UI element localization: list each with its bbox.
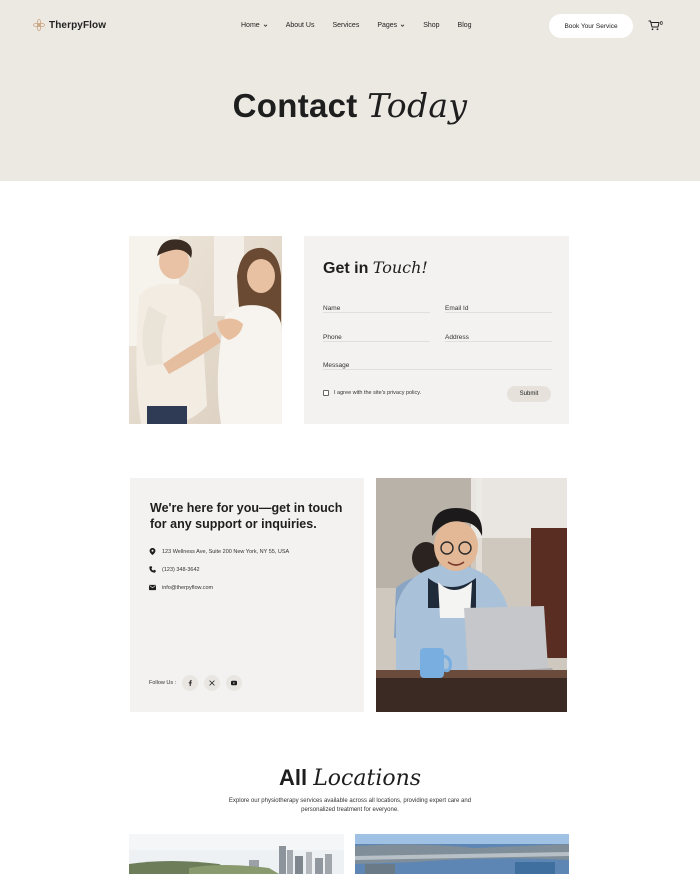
message-field[interactable]	[323, 358, 552, 373]
cart-button[interactable]: 0	[648, 20, 663, 31]
phone-text: (123) 348-3642	[162, 566, 200, 573]
page-title-script: Today	[367, 86, 468, 125]
therapy-session-illustration	[129, 236, 282, 424]
nav-services-label: Services	[332, 22, 360, 29]
address-field[interactable]	[445, 330, 552, 345]
phone-field-wrapper	[323, 326, 430, 345]
chevron-down-icon	[263, 24, 267, 27]
message-field-wrapper	[323, 354, 552, 373]
privacy-agree-label: I agree with the site's privacy policy.	[334, 390, 422, 396]
phone-icon	[149, 566, 156, 573]
locations-title: All Locations	[0, 765, 700, 791]
cart-count: 0	[660, 21, 663, 27]
chevron-down-icon	[400, 24, 405, 27]
nav-home-label: Home	[241, 22, 260, 29]
x-icon	[209, 680, 215, 686]
phone-field[interactable]	[323, 330, 430, 345]
youtube-link[interactable]	[226, 675, 243, 691]
city-skyline-illustration	[129, 834, 344, 874]
locations-title-script: Locations	[313, 766, 422, 791]
email-field[interactable]	[445, 301, 552, 316]
nav-services[interactable]: Services	[332, 22, 359, 29]
name-field[interactable]	[323, 301, 430, 316]
brand-logo[interactable]: TherpyFlow	[33, 19, 106, 31]
hero-banner: TherpyFlow Home About Us Services Pages …	[0, 0, 700, 181]
therapy-session-photo	[129, 236, 282, 424]
laptop-user-illustration	[376, 478, 567, 712]
facebook-link[interactable]	[182, 675, 199, 691]
location-pin-icon	[149, 548, 156, 555]
mail-icon	[149, 584, 156, 591]
address-row: 123 Wellness Ave, Suite 200 New York, NY…	[149, 548, 289, 555]
x-link[interactable]	[204, 675, 221, 691]
phone-row: (123) 348-3642	[149, 566, 200, 573]
follow-us-label: Follow Us :	[149, 680, 177, 686]
locations-description: Explore our physiotherapy services avail…	[228, 798, 472, 813]
main-nav: Home About Us Services Pages Shop Blog	[241, 22, 472, 29]
email-row: info@therpyflow.com	[149, 584, 213, 591]
nav-pages-label: Pages	[377, 22, 398, 29]
youtube-icon	[231, 680, 238, 686]
nav-shop-label: Shop	[423, 22, 440, 29]
nav-about-us-label: About Us	[285, 22, 315, 29]
lotus-logo-icon	[33, 19, 45, 31]
nav-shop[interactable]: Shop	[423, 22, 439, 29]
nav-about-us[interactable]: About Us	[286, 22, 315, 29]
page-title-plain: Contact	[232, 87, 358, 124]
laptop-user-photo	[376, 478, 567, 712]
address-field-wrapper	[445, 326, 552, 345]
address-text: 123 Wellness Ave, Suite 200 New York, NY…	[162, 548, 290, 555]
location-photo-city	[129, 834, 344, 874]
page-title: Contact Today	[0, 86, 700, 125]
book-service-button[interactable]: Book Your Service	[549, 14, 633, 38]
contact-form-card: Get in Touch! I agree with the site's pr…	[304, 236, 569, 424]
email-field-wrapper	[445, 297, 552, 316]
email-text: info@therpyflow.com	[162, 584, 214, 591]
submit-button[interactable]: Submit	[507, 386, 551, 402]
nav-home[interactable]: Home	[241, 22, 268, 29]
harbor-city-illustration	[355, 834, 569, 874]
form-title: Get in Touch!	[323, 258, 428, 278]
nav-blog[interactable]: Blog	[458, 22, 472, 29]
form-title-plain: Get in	[323, 260, 369, 277]
brand-name: TherpyFlow	[49, 19, 107, 31]
follow-us: Follow Us :	[149, 675, 243, 691]
nav-pages[interactable]: Pages	[377, 22, 405, 29]
contact-info-card: We're here for you—get in touch for any …	[130, 478, 364, 712]
name-field-wrapper	[323, 297, 430, 316]
form-title-script: Touch!	[372, 258, 428, 277]
facebook-icon	[189, 680, 193, 686]
privacy-agree: I agree with the site's privacy policy.	[323, 390, 421, 396]
info-heading: We're here for you—get in touch for any …	[150, 501, 343, 531]
locations-title-plain: All	[278, 765, 308, 790]
privacy-checkbox[interactable]	[323, 390, 329, 396]
cart-icon	[648, 20, 660, 31]
location-photo-harbor	[355, 834, 569, 874]
nav-blog-label: Blog	[457, 22, 472, 29]
